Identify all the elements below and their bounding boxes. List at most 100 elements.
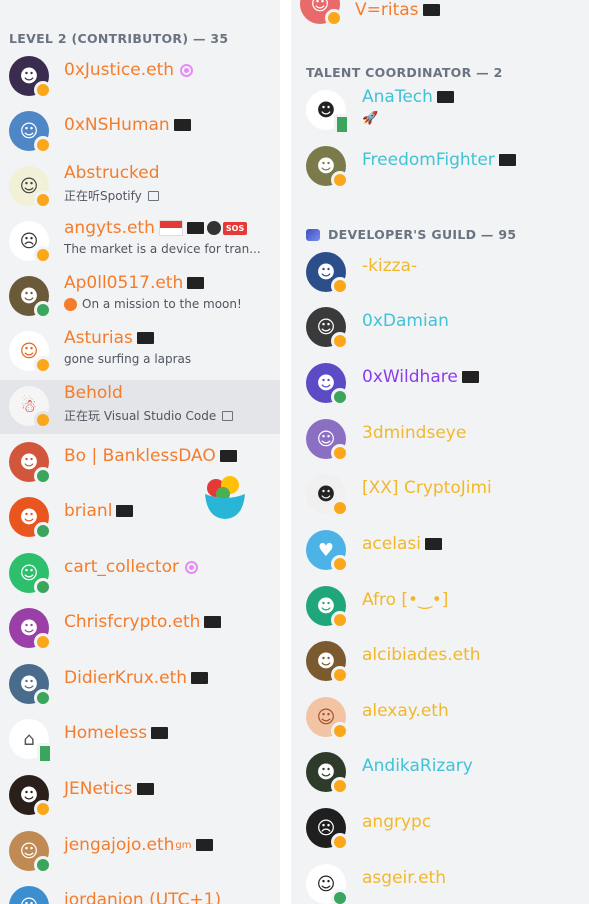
member-row[interactable]: ☺ asgeir.eth xyxy=(291,858,589,904)
avatar: ♥ xyxy=(306,530,349,573)
mobile-online-icon xyxy=(334,114,350,135)
status-idle-icon xyxy=(331,833,349,851)
status-idle-icon xyxy=(331,611,349,629)
member-row[interactable]: ⌂ Homeless xyxy=(0,713,280,767)
status-online-icon xyxy=(331,388,349,406)
member-row[interactable]: ☺ 3dmindseye xyxy=(291,413,589,467)
avatar: ☻ xyxy=(306,363,349,406)
status-idle-icon xyxy=(34,411,52,429)
member-name: Homeless xyxy=(64,723,148,743)
member-row[interactable]: ☻ 0xWildhare xyxy=(291,357,589,411)
black-flag-icon xyxy=(498,154,516,166)
member-name: angyts.eth xyxy=(64,218,155,238)
member-name: jordanion (UTC+1) xyxy=(64,890,222,904)
status-online-icon xyxy=(331,889,349,904)
avatar: ⌂ xyxy=(9,719,53,764)
black-flag-icon xyxy=(424,538,442,550)
status-idle-icon xyxy=(331,332,349,350)
member-row[interactable]: ☺ jordanion (UTC+1) xyxy=(0,880,280,904)
column-divider xyxy=(280,0,291,904)
member-row[interactable]: ♥ acelasi xyxy=(291,524,589,578)
avatar: ☺ xyxy=(9,111,52,154)
member-row[interactable]: ☺ 0xDamian xyxy=(291,301,589,355)
member-row[interactable]: ☃ Behold 正在玩 Visual Studio Code xyxy=(0,380,280,434)
member-name: Ap0ll0517.eth xyxy=(64,273,184,293)
member-name: brianl xyxy=(64,501,113,521)
member-row[interactable]: ☻ Chrisfcrypto.eth xyxy=(0,602,280,656)
member-row[interactable]: ☺ jengajojo.eth gm xyxy=(0,825,280,879)
member-name: JENetics xyxy=(64,779,133,799)
member-row[interactable]: ☻ AndikaRizary xyxy=(291,746,589,800)
member-row[interactable]: ☻ [XX] CryptoJimi xyxy=(291,468,589,522)
member-row[interactable]: ☻ alcibiades.eth xyxy=(291,635,589,689)
rich-presence-icon xyxy=(147,190,159,201)
status-idle-icon xyxy=(331,777,349,795)
member-list-right-column: ☺ V=ritas TALENT COORDINATOR — 2 ☻ AnaTe… xyxy=(291,0,589,904)
nitro-boost-icon xyxy=(180,63,194,77)
member-row[interactable]: ☻ Ap0ll0517.eth On a mission to the moon… xyxy=(0,270,280,324)
status-idle-icon xyxy=(331,277,349,295)
mobile-online-icon xyxy=(37,743,53,764)
member-row[interactable]: ☻ AnaTech 🚀 xyxy=(291,84,589,138)
status-online-icon xyxy=(34,578,52,596)
status-online-icon xyxy=(34,467,52,485)
member-row[interactable]: ☺ alexay.eth xyxy=(291,691,589,745)
status-idle-icon xyxy=(331,555,349,573)
avatar: ☃ xyxy=(9,386,52,429)
avatar: ☺ xyxy=(306,419,349,462)
black-flag-icon xyxy=(136,332,154,344)
status-idle-icon xyxy=(34,246,52,264)
member-row[interactable]: ☺ 0xNSHuman xyxy=(0,105,280,159)
avatar: ☻ xyxy=(306,252,349,295)
member-row[interactable]: ☹ angrypc xyxy=(291,802,589,856)
member-row[interactable]: ☹ angyts.eth SOS The market is a device f… xyxy=(0,215,280,269)
member-row[interactable]: ☺ Abstrucked 正在听Spotify xyxy=(0,160,280,214)
member-row[interactable]: ☻ Afro [•‿•] xyxy=(291,580,589,634)
black-flag-icon xyxy=(151,727,169,739)
member-custom-status: The market is a device for tran... xyxy=(64,242,261,256)
member-name: Bo | BanklessDAO xyxy=(64,446,216,466)
avatar: ☻ xyxy=(306,474,349,517)
member-row[interactable]: ☻ JENetics xyxy=(0,769,280,823)
black-flag-icon xyxy=(195,839,213,851)
member-row[interactable]: ☻ DidierKrux.eth xyxy=(0,658,280,712)
black-flag-icon xyxy=(136,783,154,795)
member-name: Abstrucked xyxy=(64,163,160,183)
member-row[interactable]: ☻ FreedomFighter xyxy=(291,140,589,194)
status-idle-icon xyxy=(34,136,52,154)
avatar: ☺ xyxy=(306,697,349,740)
member-name: 0xDamian xyxy=(362,311,449,331)
black-flag-icon xyxy=(186,222,204,234)
avatar: ☻ xyxy=(9,276,52,319)
member-row[interactable]: ☺ Asturias gone surfing a lapras xyxy=(0,325,280,379)
status-idle-icon xyxy=(34,633,52,651)
member-name: Asturias xyxy=(64,328,133,348)
member-row[interactable]: ☻ -kizza- xyxy=(291,246,589,300)
member-name: AnaTech xyxy=(362,87,433,107)
salad-bowl-emoji-icon xyxy=(205,476,245,519)
rocket-icon: 🚀 xyxy=(362,111,379,126)
avatar: ☺ xyxy=(9,831,52,874)
member-name: -kizza- xyxy=(362,256,418,276)
member-row[interactable]: ☺ cart_collector xyxy=(0,547,280,601)
member-activity: 正在玩 Visual Studio Code xyxy=(64,409,217,423)
role-header-developers-guild: DEVELOPER'S GUILD — 95 xyxy=(306,227,516,242)
avatar: ☹ xyxy=(306,808,349,851)
status-online-icon xyxy=(34,522,52,540)
avatar: ☺ xyxy=(9,166,52,209)
black-flag-icon xyxy=(422,4,440,16)
member-name: Behold xyxy=(64,383,123,403)
avatar: ☺ xyxy=(9,886,49,904)
avatar: ☻ xyxy=(9,442,52,485)
status-idle-icon xyxy=(331,171,349,189)
black-flag-icon xyxy=(191,672,209,684)
member-name: AndikaRizary xyxy=(362,756,473,776)
avatar: ☻ xyxy=(306,586,349,629)
black-flag-icon xyxy=(436,91,454,103)
member-name: jengajojo.eth xyxy=(64,835,175,855)
member-row[interactable]: ☻ 0xJustice.eth xyxy=(0,50,280,104)
member-row[interactable]: ☺ V=ritas xyxy=(291,0,589,32)
member-name: angrypc xyxy=(362,812,432,832)
member-name: Chrisfcrypto.eth xyxy=(64,612,201,632)
black-flag-icon xyxy=(204,616,222,628)
